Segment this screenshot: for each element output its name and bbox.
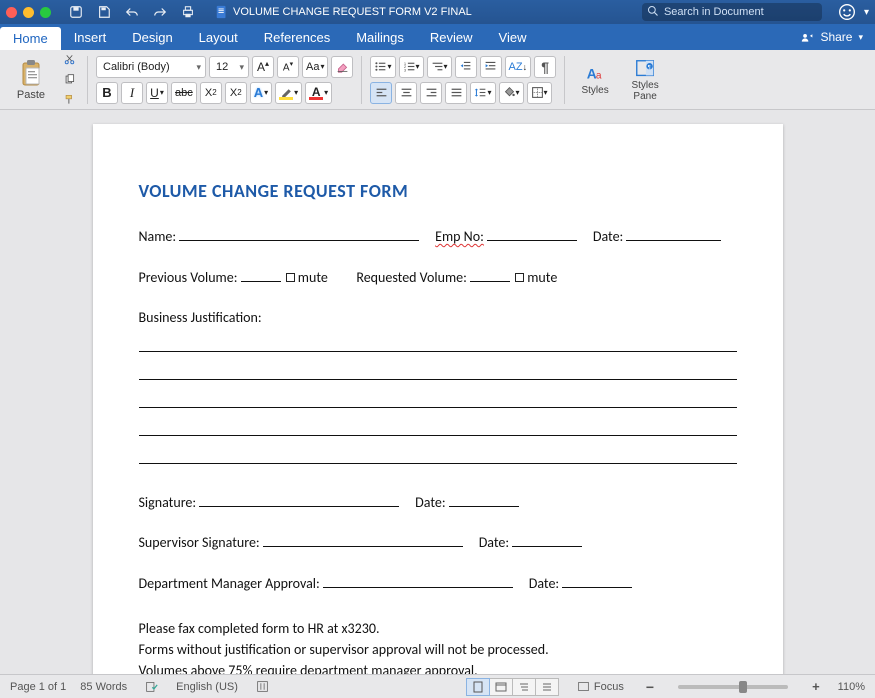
draft-view-button[interactable] [535, 678, 559, 696]
styles-pane-button[interactable]: ¶ Styles Pane [623, 54, 667, 106]
font-size-select[interactable]: 12▾ [209, 56, 249, 78]
volume-line: Previous Volume: mute Requested Volume: … [139, 265, 737, 292]
undo-icon[interactable] [121, 2, 143, 22]
language-indicator[interactable]: English (US) [176, 681, 238, 693]
styles-button[interactable]: Aa Styles [573, 54, 617, 106]
search-input[interactable] [642, 3, 822, 21]
chevron-down-icon[interactable]: ▾ [864, 7, 869, 18]
align-left-button[interactable] [370, 82, 392, 104]
share-icon [801, 31, 814, 44]
svg-text:a: a [596, 71, 602, 82]
business-justification-label: Business Justification: [139, 305, 737, 332]
tab-references[interactable]: References [251, 24, 343, 50]
menu-tabs: Home Insert Design Layout References Mai… [0, 24, 875, 50]
numbering-button[interactable]: 123▾ [399, 56, 424, 78]
borders-button[interactable]: ▾ [527, 82, 552, 104]
document-page: VOLUME CHANGE REQUEST FORM Name: Emp No:… [93, 124, 783, 674]
minimize-window-button[interactable] [23, 7, 34, 18]
align-center-button[interactable] [395, 82, 417, 104]
titlebar: VOLUME CHANGE REQUEST FORM V2 FINAL ▾ [0, 0, 875, 24]
print-layout-view-button[interactable] [466, 678, 490, 696]
paste-button[interactable]: Paste [8, 54, 54, 106]
change-case-button[interactable]: Aa▾ [302, 56, 328, 78]
font-group: Calibri (Body)▾ 12▾ A▴ A▾ Aa▾ B I U▾ abc… [96, 56, 353, 104]
font-color-button[interactable]: A▾ [305, 82, 332, 104]
format-painter-icon[interactable] [60, 92, 79, 108]
multilevel-list-button[interactable]: ▾ [427, 56, 452, 78]
tab-insert[interactable]: Insert [61, 24, 120, 50]
save-icon[interactable] [93, 2, 115, 22]
print-icon[interactable] [177, 2, 199, 22]
align-right-button[interactable] [420, 82, 442, 104]
search-icon [647, 5, 659, 17]
text-effects-button[interactable]: A▾ [250, 82, 272, 104]
instructions-block: Please fax completed form to HR at x3230… [139, 618, 737, 674]
increase-indent-button[interactable] [480, 56, 502, 78]
decrease-indent-button[interactable] [455, 56, 477, 78]
underline-button[interactable]: U▾ [146, 82, 168, 104]
supervisor-signature-line: Supervisor Signature: Date: [139, 530, 737, 557]
superscript-button[interactable]: X2 [225, 82, 247, 104]
document-title: VOLUME CHANGE REQUEST FORM V2 FINAL [215, 5, 472, 19]
dept-approval-line: Department Manager Approval: Date: [139, 571, 737, 598]
svg-text:3: 3 [403, 67, 406, 72]
sort-button[interactable]: AZ↓ [505, 56, 532, 78]
svg-text:¶: ¶ [648, 65, 651, 71]
form-title: VOLUME CHANGE REQUEST FORM [139, 180, 737, 202]
window-controls [6, 7, 51, 18]
bullets-button[interactable]: ▾ [370, 56, 395, 78]
line-spacing-button[interactable]: ▾ [470, 82, 495, 104]
name-emp-date-line: Name: Emp No: Date: [139, 224, 737, 251]
bold-button[interactable]: B [96, 82, 118, 104]
tab-view[interactable]: View [486, 24, 540, 50]
search-box[interactable] [642, 3, 822, 21]
highlight-button[interactable]: ▾ [275, 82, 302, 104]
redo-icon[interactable] [149, 2, 171, 22]
document-canvas[interactable]: VOLUME CHANGE REQUEST FORM Name: Emp No:… [0, 110, 875, 674]
spellcheck-icon[interactable] [141, 680, 162, 693]
paragraph-group: ▾ 123▾ ▾ AZ↓ ¶ ▾ ▾ ▾ [370, 56, 556, 104]
justification-lines [139, 338, 737, 464]
tab-review[interactable]: Review [417, 24, 486, 50]
fullscreen-window-button[interactable] [40, 7, 51, 18]
subscript-button[interactable]: X2 [200, 82, 222, 104]
autosave-icon[interactable] [65, 2, 87, 22]
page-count[interactable]: Page 1 of 1 [10, 681, 66, 693]
shading-button[interactable]: ▾ [499, 82, 524, 104]
accessibility-icon[interactable] [252, 680, 273, 693]
cut-icon[interactable] [60, 52, 79, 68]
clipboard-group: Paste [8, 52, 79, 108]
tab-mailings[interactable]: Mailings [343, 24, 417, 50]
signature-line: Signature: Date: [139, 490, 737, 517]
word-count[interactable]: 85 Words [80, 681, 127, 693]
font-name-select[interactable]: Calibri (Body)▾ [96, 56, 206, 78]
feedback-smiley-icon[interactable] [838, 3, 856, 21]
clear-formatting-button[interactable] [331, 56, 353, 78]
zoom-level[interactable]: 110% [838, 681, 865, 693]
zoom-in-button[interactable]: + [808, 679, 824, 694]
view-buttons [467, 678, 559, 696]
web-layout-view-button[interactable] [489, 678, 513, 696]
zoom-slider[interactable] [678, 685, 788, 689]
grow-font-button[interactable]: A▴ [252, 56, 274, 78]
focus-mode-button[interactable]: Focus [573, 680, 628, 693]
share-button[interactable]: Share ▾ [789, 24, 875, 50]
close-window-button[interactable] [6, 7, 17, 18]
tab-design[interactable]: Design [119, 24, 185, 50]
ribbon: Paste Calibri (Body)▾ 12▾ A▴ A▾ Aa▾ B I … [0, 50, 875, 110]
zoom-out-button[interactable]: − [642, 679, 658, 695]
status-bar: Page 1 of 1 85 Words English (US) Focus … [0, 674, 875, 698]
italic-button[interactable]: I [121, 82, 143, 104]
tab-home[interactable]: Home [0, 27, 61, 50]
outline-view-button[interactable] [512, 678, 536, 696]
align-justify-button[interactable] [445, 82, 467, 104]
shrink-font-button[interactable]: A▾ [277, 56, 299, 78]
copy-icon[interactable] [60, 72, 79, 88]
tab-layout[interactable]: Layout [186, 24, 251, 50]
strikethrough-button[interactable]: abc [171, 82, 197, 104]
show-marks-button[interactable]: ¶ [534, 56, 556, 78]
